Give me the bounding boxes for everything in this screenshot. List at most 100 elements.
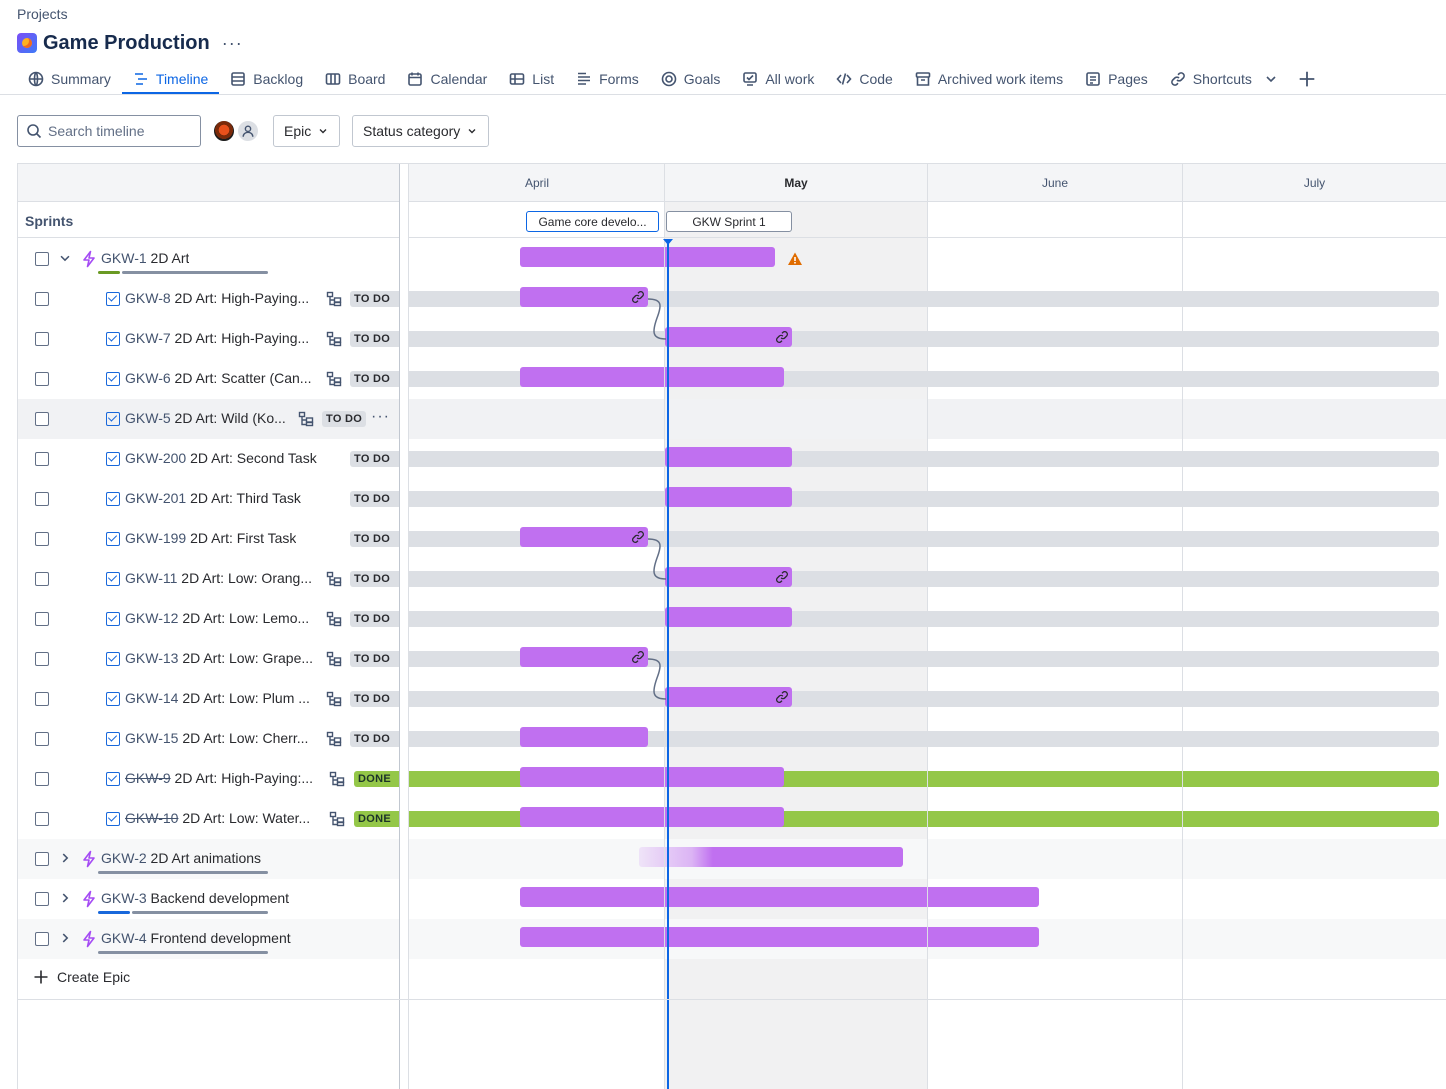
item-summary[interactable]: GKW-1 2D Art	[101, 250, 189, 266]
status-badge[interactable]: TO DO	[350, 691, 1439, 707]
item-summary[interactable]: GKW-11 2D Art: Low: Orang...	[125, 570, 312, 586]
status-badge[interactable]: TO DO	[322, 411, 367, 427]
item-key[interactable]: GKW-15	[125, 730, 178, 746]
chevron-down-icon[interactable]	[58, 251, 72, 265]
search-timeline-field[interactable]	[17, 115, 201, 147]
timeline-bar[interactable]	[520, 367, 784, 387]
tab-code[interactable]: Code	[825, 64, 903, 94]
warning-icon[interactable]	[787, 251, 803, 267]
row-checkbox[interactable]	[35, 252, 49, 266]
task-row[interactable]: TO DO ··· GKW-5 2D Art: Wild (Ko...	[18, 399, 1446, 439]
item-key[interactable]: GKW-2	[101, 850, 147, 866]
tab-shortcuts[interactable]: Shortcuts	[1159, 64, 1290, 94]
status-badge[interactable]: TO DO	[350, 491, 1439, 507]
item-key[interactable]: GKW-13	[125, 650, 178, 666]
status-badge[interactable]: TO DO	[350, 571, 1439, 587]
row-checkbox[interactable]	[35, 852, 49, 866]
row-checkbox[interactable]	[35, 372, 49, 386]
item-summary[interactable]: GKW-10 2D Art: Low: Water...	[125, 810, 310, 826]
item-key[interactable]: GKW-4	[101, 930, 147, 946]
item-key[interactable]: GKW-6	[125, 370, 171, 386]
item-summary[interactable]: GKW-14 2D Art: Low: Plum ...	[125, 690, 310, 706]
timeline-bar[interactable]	[639, 847, 903, 867]
timeline-bar[interactable]	[665, 327, 792, 347]
status-badge[interactable]: TO DO	[350, 331, 1439, 347]
child-items-icon[interactable]	[326, 651, 342, 667]
add-tab-button[interactable]	[1290, 64, 1324, 94]
dependency-link-icon[interactable]	[631, 290, 645, 304]
row-checkbox[interactable]	[35, 332, 49, 346]
item-key[interactable]: GKW-200	[125, 450, 186, 466]
status-badge[interactable]: TO DO	[350, 531, 1439, 547]
breadcrumb[interactable]: Projects	[17, 6, 68, 22]
status-badge[interactable]: TO DO	[350, 371, 1439, 387]
dependency-link-icon[interactable]	[775, 330, 789, 344]
tab-timeline[interactable]: Timeline	[121, 64, 220, 94]
child-items-icon[interactable]	[326, 331, 342, 347]
child-items-icon[interactable]	[298, 411, 314, 427]
item-key[interactable]: GKW-5	[125, 410, 171, 426]
item-summary[interactable]: GKW-12 2D Art: Low: Lemo...	[125, 610, 309, 626]
timeline-bar[interactable]	[520, 647, 648, 667]
item-summary[interactable]: GKW-199 2D Art: First Task	[125, 530, 296, 546]
item-summary[interactable]: GKW-9 2D Art: High-Paying:...	[125, 770, 313, 786]
tab-list[interactable]: List	[498, 64, 565, 94]
panel-resize-handle[interactable]	[399, 164, 409, 1089]
dependency-link-icon[interactable]	[631, 650, 645, 664]
tab-summary[interactable]: Summary	[17, 64, 122, 94]
row-checkbox[interactable]	[35, 452, 49, 466]
tab-all-work[interactable]: All work	[731, 64, 825, 94]
tab-forms[interactable]: Forms	[565, 64, 650, 94]
status-badge[interactable]: TO DO	[350, 451, 1439, 467]
row-checkbox[interactable]	[35, 772, 49, 786]
timeline-bar[interactable]	[520, 927, 1039, 947]
status-badge[interactable]: DONE	[354, 771, 1439, 787]
chevron-right-icon[interactable]	[58, 931, 72, 945]
timeline-bar[interactable]	[520, 727, 648, 747]
child-items-icon[interactable]	[329, 771, 345, 787]
item-summary[interactable]: GKW-6 2D Art: Scatter (Can...	[125, 370, 311, 386]
item-key[interactable]: GKW-14	[125, 690, 178, 706]
timeline-bar[interactable]	[520, 247, 775, 267]
row-checkbox[interactable]	[35, 652, 49, 666]
tab-board[interactable]: Board	[314, 64, 396, 94]
child-items-icon[interactable]	[326, 571, 342, 587]
item-summary[interactable]: GKW-4 Frontend development	[101, 930, 291, 946]
item-key[interactable]: GKW-10	[125, 810, 178, 826]
avatar[interactable]	[212, 119, 236, 143]
timeline-bar[interactable]	[665, 687, 792, 707]
child-items-icon[interactable]	[326, 371, 342, 387]
item-key[interactable]: GKW-199	[125, 530, 186, 546]
item-summary[interactable]: GKW-5 2D Art: Wild (Ko...	[125, 410, 286, 426]
sprint-chip[interactable]: GKW Sprint 1	[666, 211, 792, 232]
child-items-icon[interactable]	[326, 691, 342, 707]
epic-filter-button[interactable]: Epic	[273, 115, 341, 147]
row-checkbox[interactable]	[35, 492, 49, 506]
row-more-button[interactable]: ···	[371, 408, 390, 426]
item-key[interactable]: GKW-7	[125, 330, 171, 346]
row-checkbox[interactable]	[35, 892, 49, 906]
timeline-bar[interactable]	[520, 287, 648, 307]
chevron-right-icon[interactable]	[58, 891, 72, 905]
task-row[interactable]: TO DO GKW-15 2D Art: Low: Cherr...	[18, 719, 1446, 759]
item-summary[interactable]: GKW-13 2D Art: Low: Grape...	[125, 650, 313, 666]
item-key[interactable]: GKW-201	[125, 490, 186, 506]
chevron-right-icon[interactable]	[58, 851, 72, 865]
timeline-bar[interactable]	[665, 447, 792, 467]
item-key[interactable]: GKW-9	[125, 770, 171, 786]
item-key[interactable]: GKW-1	[101, 250, 147, 266]
item-summary[interactable]: GKW-3 Backend development	[101, 890, 289, 906]
sprint-chip[interactable]: Game core develo...	[526, 211, 659, 232]
status-category-filter-button[interactable]: Status category	[352, 115, 490, 147]
dependency-link-icon[interactable]	[631, 530, 645, 544]
row-checkbox[interactable]	[35, 692, 49, 706]
row-checkbox[interactable]	[35, 612, 49, 626]
project-more-button[interactable]: ···	[222, 33, 243, 54]
status-badge[interactable]: TO DO	[350, 731, 1439, 747]
child-items-icon[interactable]	[326, 731, 342, 747]
timeline-bar[interactable]	[520, 887, 1039, 907]
timeline-bar[interactable]	[665, 487, 792, 507]
item-key[interactable]: GKW-12	[125, 610, 178, 626]
task-row[interactable]: TO DO GKW-8 2D Art: High-Paying...	[18, 279, 1446, 319]
dependency-link-icon[interactable]	[775, 690, 789, 704]
